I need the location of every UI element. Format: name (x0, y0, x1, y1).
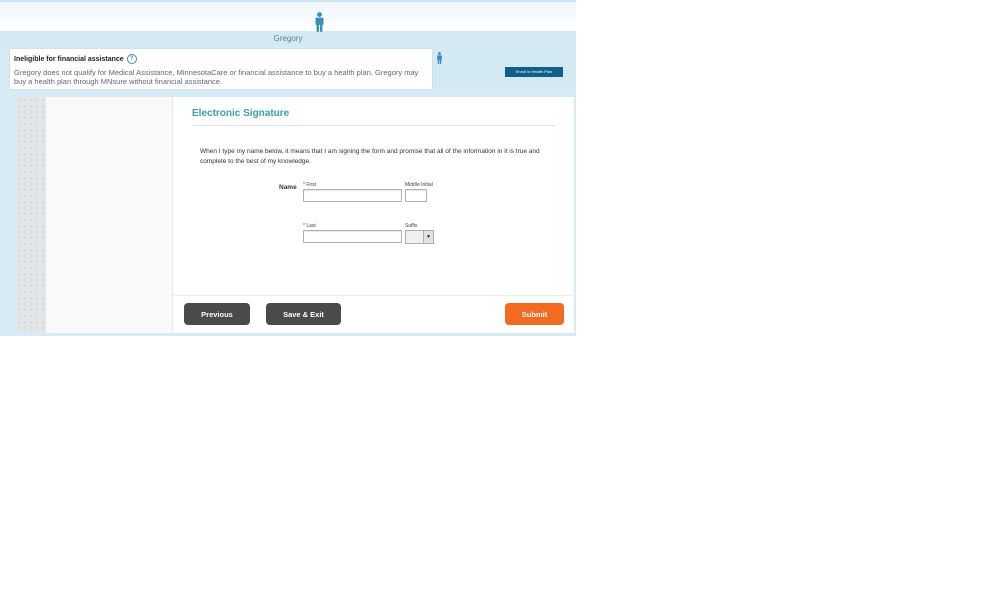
suffix-select[interactable]: ▼ (405, 230, 434, 244)
bottom-edge (0, 333, 576, 336)
main-content: Electronic Signature When I type my name… (173, 97, 574, 333)
eligibility-notice: Ineligible for financial assistance? Gre… (9, 48, 433, 90)
help-icon[interactable]: ? (126, 54, 137, 64)
page-title: Electronic Signature (192, 108, 290, 119)
name-label: Name (279, 184, 297, 191)
left-nav-panel (46, 97, 173, 333)
middle-initial-label: Middle Initial (405, 182, 433, 188)
middle-initial-input[interactable] (405, 189, 427, 202)
footer-divider (173, 295, 574, 296)
last-name-input[interactable] (303, 230, 402, 243)
notice-title-row: Ineligible for financial assistance? (14, 54, 137, 64)
title-divider (192, 125, 556, 126)
save-exit-button[interactable]: Save & Exit (266, 303, 341, 325)
chevron-down-icon[interactable]: ▼ (423, 231, 433, 243)
notice-text: Gregory does not qualify for Medical Ass… (14, 68, 419, 86)
top-banner (0, 0, 576, 31)
app-window: Gregory Ineligible for financial assista… (0, 0, 576, 336)
submit-button[interactable]: Submit (505, 303, 564, 325)
person-icon (437, 52, 442, 64)
first-name-label: * First (303, 182, 317, 188)
notice-title: Ineligible for financial assistance (14, 55, 124, 63)
last-name-label: * Last (303, 223, 316, 229)
previous-button[interactable]: Previous (184, 303, 250, 325)
suffix-label: Suffix (405, 223, 418, 229)
person-icon[interactable] (314, 12, 325, 32)
decorative-stripe (16, 97, 46, 333)
first-name-input[interactable] (303, 189, 402, 202)
enroll-health-plan-button[interactable]: Enroll in Health Plan (505, 67, 563, 77)
person-name[interactable]: Gregory (0, 34, 576, 43)
signature-statement: When I type my name below, it means that… (200, 148, 540, 165)
